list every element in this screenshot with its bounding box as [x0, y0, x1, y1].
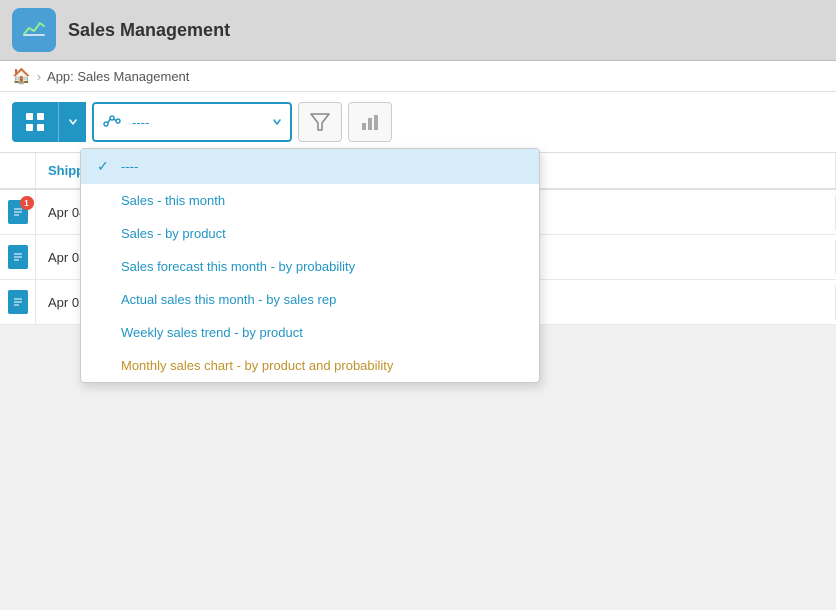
dropdown-item-label: Sales - by product — [121, 226, 226, 241]
document-icon — [8, 290, 28, 314]
dropdown-item-actual[interactable]: Actual sales this month - by sales rep — [81, 283, 539, 316]
breadcrumb: 🏠 › App: Sales Management — [0, 61, 836, 92]
dropdown-item-sales-product[interactable]: Sales - by product — [81, 217, 539, 250]
graph-dropdown-menu: ✓ ---- Sales - this month Sales - by pro… — [80, 148, 540, 383]
row-icon-2 — [0, 235, 36, 279]
graph-select-label: ---- — [132, 115, 264, 130]
row-icon-1: 1 — [0, 190, 36, 234]
checkmark-icon: ✓ — [97, 158, 113, 175]
dropdown-item-label: Weekly sales trend - by product — [121, 325, 303, 340]
breadcrumb-separator: › — [37, 69, 41, 84]
header-title: Sales Management — [68, 20, 230, 41]
dropdown-item-dash[interactable]: ✓ ---- — [81, 149, 539, 184]
row-badge-1: 1 — [20, 196, 34, 210]
dropdown-item-label: Monthly sales chart - by product and pro… — [121, 358, 393, 373]
graph-icon — [102, 110, 124, 135]
graph-select-arrow — [272, 115, 282, 130]
home-icon[interactable]: 🏠 — [12, 67, 31, 85]
grid-view-button[interactable] — [12, 102, 58, 142]
view-type-group — [12, 102, 86, 142]
dropdown-item-label: Sales forecast this month - by probabili… — [121, 259, 355, 274]
breadcrumb-label: App: Sales Management — [47, 69, 189, 84]
dropdown-item-forecast[interactable]: Sales forecast this month - by probabili… — [81, 250, 539, 283]
document-icon: 1 — [8, 200, 28, 224]
dropdown-item-label: Actual sales this month - by sales rep — [121, 292, 336, 307]
dropdown-item-label: Sales - this month — [121, 193, 225, 208]
graph-select-dropdown[interactable]: ---- — [92, 102, 292, 142]
dropdown-item-weekly[interactable]: Weekly sales trend - by product — [81, 316, 539, 349]
toolbar: ---- ✓ ---- Sales - this month — [0, 92, 836, 153]
bar-chart-button[interactable] — [348, 102, 392, 142]
view-type-dropdown-arrow[interactable] — [58, 102, 86, 142]
dropdown-item-label: ---- — [121, 159, 138, 174]
app-icon — [12, 8, 56, 52]
dropdown-item-monthly[interactable]: Monthly sales chart - by product and pro… — [81, 349, 539, 382]
document-icon — [8, 245, 28, 269]
row-icon-3 — [0, 280, 36, 324]
dropdown-item-sales-month[interactable]: Sales - this month — [81, 184, 539, 217]
filter-button[interactable] — [298, 102, 342, 142]
app-header: Sales Management — [0, 0, 836, 61]
